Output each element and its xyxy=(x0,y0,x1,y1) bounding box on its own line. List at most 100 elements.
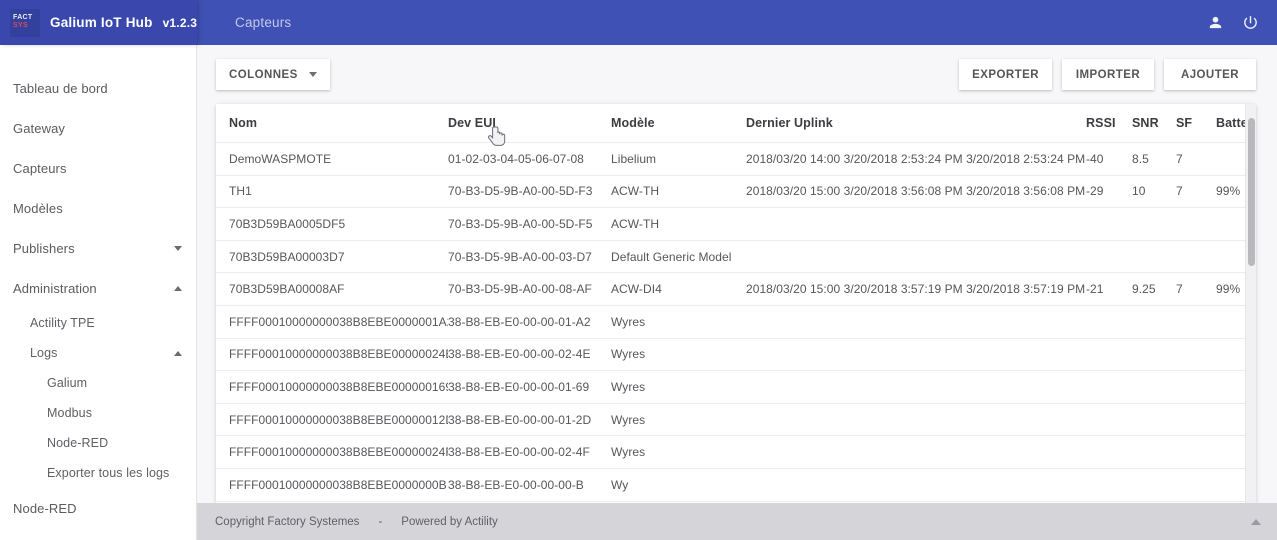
cell-modele: Libelium xyxy=(611,142,746,176)
sidebar-item-capteurs[interactable]: Capteurs xyxy=(0,148,196,188)
cell-dev-eui: 38-B8-EB-E0-00-00-02-4F xyxy=(448,435,611,469)
columns-dropdown-button[interactable]: COLONNES xyxy=(216,59,330,90)
cell-nom: TH1 xyxy=(216,175,448,209)
sidebar-item-actility-tpe[interactable]: Actility TPE xyxy=(0,308,196,338)
sidebar-item-list: Tableau de bord Gateway Capteurs Modèles Pub… xyxy=(0,68,196,528)
sidebar-item-label: Galium xyxy=(47,376,88,390)
cell-dev-eui: 70-B3-D5-9B-A0-00-03-D7 xyxy=(448,240,611,274)
cell-dev-eui: 70-B3-D5-9B-A0-00-5D-F3 xyxy=(448,175,611,209)
cell-nom: FFFF00010000000038B8EBE00000024F xyxy=(216,435,448,469)
sensors-table: Nom Dev EUI Modèle Dernier Uplink RSSI S… xyxy=(216,104,1256,502)
cell-rssi xyxy=(1086,370,1132,404)
table-row[interactable]: 70B3D59BA00008AF 70-B3-D5-9B-A0-00-08-AF A… xyxy=(216,272,1256,306)
user-icon[interactable] xyxy=(1207,14,1224,31)
power-icon[interactable] xyxy=(1242,14,1259,31)
logo-line-2: SYS xyxy=(13,21,28,29)
footer-separator: - xyxy=(378,515,383,528)
table-row[interactable]: FFFF00010000000038B8EBE0000000B 38-B8-EB-… xyxy=(216,468,1256,502)
cell-snr xyxy=(1132,305,1176,339)
sidebar-item-tableau-de-bord[interactable]: Tableau de bord xyxy=(0,68,196,108)
cell-modele: Wyres xyxy=(611,403,746,437)
chevron-up-icon[interactable] xyxy=(174,350,182,356)
cell-modele: Default Generic Model xyxy=(611,240,746,274)
chevron-up-icon[interactable] xyxy=(174,285,182,291)
sidebar-item-galium[interactable]: Galium xyxy=(0,368,196,398)
cell-nom: 70B3D59BA00008AF xyxy=(216,272,448,306)
factory-systemes-logo-icon: FACT SYS xyxy=(10,8,40,37)
page-title: Capteurs xyxy=(235,15,292,30)
table-row[interactable]: DemoWASPMOTE 01-02-03-04-05-06-07-08 Libel… xyxy=(216,142,1256,176)
sidebar-item-label: Tableau de bord xyxy=(13,80,108,96)
brand-title: Galium IoT Hub xyxy=(50,15,153,30)
cell-rssi xyxy=(1086,240,1132,274)
cell-sf xyxy=(1176,305,1216,339)
sidebar-item-publishers[interactable]: Publishers xyxy=(0,228,196,268)
column-header-nom[interactable]: Nom xyxy=(216,104,448,143)
cell-dev-eui: 01-02-03-04-05-06-07-08 xyxy=(448,142,611,176)
table-row[interactable]: 70B3D59BA00003D7 70-B3-D5-9B-A0-00-03-D7 D… xyxy=(216,240,1256,274)
sidebar-item-administration[interactable]: Administration xyxy=(0,268,196,308)
cell-rssi: -40 xyxy=(1086,142,1132,176)
cell-sf xyxy=(1176,338,1216,372)
logo-line-1: FACT xyxy=(13,13,33,21)
table-row[interactable]: FFFF00010000000038B8EBE0000001A2 38-B8-EB… xyxy=(216,305,1256,339)
cell-sf xyxy=(1176,435,1216,469)
scrollbar-thumb[interactable] xyxy=(1248,118,1255,266)
sidebar-item-node-red[interactable]: Node-RED xyxy=(0,428,196,458)
chevron-down-icon[interactable] xyxy=(174,245,182,251)
sidebar-item-label: Modèles xyxy=(13,200,63,216)
cell-snr xyxy=(1132,207,1176,241)
cell-uplink: 2018/03/20 14:00 3/20/2018 2:53:24 PM 3/… xyxy=(746,142,1086,176)
cell-rssi xyxy=(1086,468,1132,502)
table-vertical-scrollbar[interactable] xyxy=(1245,104,1256,503)
cell-uplink xyxy=(746,370,1086,404)
cell-sf: 7 xyxy=(1176,142,1216,176)
table-body: DemoWASPMOTE 01-02-03-04-05-06-07-08 Libel… xyxy=(216,142,1256,502)
sidebar-item-label: Node-RED xyxy=(47,436,109,450)
scroll-to-top-button[interactable] xyxy=(1247,513,1265,531)
add-button[interactable]: AJOUTER xyxy=(1164,59,1256,90)
cell-nom: 70B3D59BA00003D7 xyxy=(216,240,448,274)
chevron-down-icon xyxy=(308,72,317,77)
cell-nom: DemoWASPMOTE xyxy=(216,142,448,176)
export-button[interactable]: EXPORTER xyxy=(959,59,1052,90)
sidebar-item-label: Capteurs xyxy=(13,160,67,176)
sidebar-navigation: Tableau de bord Gateway Capteurs Modèles Pub… xyxy=(0,45,197,540)
sidebar-item-node-red[interactable]: Node-RED xyxy=(0,488,196,528)
cell-snr xyxy=(1132,338,1176,372)
cell-rssi xyxy=(1086,305,1132,339)
table-row[interactable]: FFFF00010000000038B8EBE00000024E 38-B8-EB… xyxy=(216,338,1256,372)
column-header-modele[interactable]: Modèle xyxy=(611,104,746,143)
sidebar-item-label: Gateway xyxy=(13,120,66,136)
version-badge: v1.2.3 xyxy=(162,15,198,30)
sidebar-item-exporter-tous-les-logs[interactable]: Exporter tous les logs xyxy=(0,458,196,488)
column-header-dev-eui[interactable]: Dev EUI xyxy=(448,104,611,143)
app-header: FACT SYS Galium IoT Hub v1.2.3 Capteurs xyxy=(0,0,1277,45)
cell-dev-eui: 38-B8-EB-E0-00-00-00-B xyxy=(448,468,611,502)
sidebar-item-label: Node-RED xyxy=(13,500,77,516)
cell-rssi xyxy=(1086,403,1132,437)
sidebar-item-modbus[interactable]: Modbus xyxy=(0,398,196,428)
column-header-rssi[interactable]: RSSI xyxy=(1086,104,1132,143)
cell-modele: Wyres xyxy=(611,435,746,469)
table-row[interactable]: FFFF00010000000038B8EBE000000169 38-B8-EB… xyxy=(216,370,1256,404)
table-row[interactable]: 70B3D59BA0005DF5 70-B3-D5-9B-A0-00-5D-F5 A… xyxy=(216,207,1256,241)
cell-nom: FFFF00010000000038B8EBE0000000B xyxy=(216,468,448,502)
column-header-snr[interactable]: SNR xyxy=(1132,104,1176,143)
import-button[interactable]: IMPORTER xyxy=(1062,59,1154,90)
sidebar-item-gateway[interactable]: Gateway xyxy=(0,108,196,148)
table-row[interactable]: FFFF00010000000038B8EBE00000012D 38-B8-EB… xyxy=(216,403,1256,437)
sidebar-item-logs[interactable]: Logs xyxy=(0,338,196,368)
app-body: Tableau de bord Gateway Capteurs Modèles Pub… xyxy=(0,45,1277,540)
brand-area[interactable]: FACT SYS Galium IoT Hub v1.2.3 xyxy=(0,0,197,45)
cell-rssi xyxy=(1086,207,1132,241)
table-row[interactable]: FFFF00010000000038B8EBE00000024F 38-B8-EB… xyxy=(216,435,1256,469)
toolbar-right-actions: EXPORTER IMPORTER AJOUTER xyxy=(959,59,1256,90)
table-row[interactable]: TH1 70-B3-D5-9B-A0-00-5D-F3 ACW-TH 2018/03/… xyxy=(216,175,1256,209)
column-header-uplink[interactable]: Dernier Uplink xyxy=(746,104,1086,143)
cell-uplink xyxy=(746,403,1086,437)
cell-modele: Wyres xyxy=(611,305,746,339)
cell-snr: 9.25 xyxy=(1132,272,1176,306)
column-header-sf[interactable]: SF xyxy=(1176,104,1216,143)
sidebar-item-mod-les[interactable]: Modèles xyxy=(0,188,196,228)
